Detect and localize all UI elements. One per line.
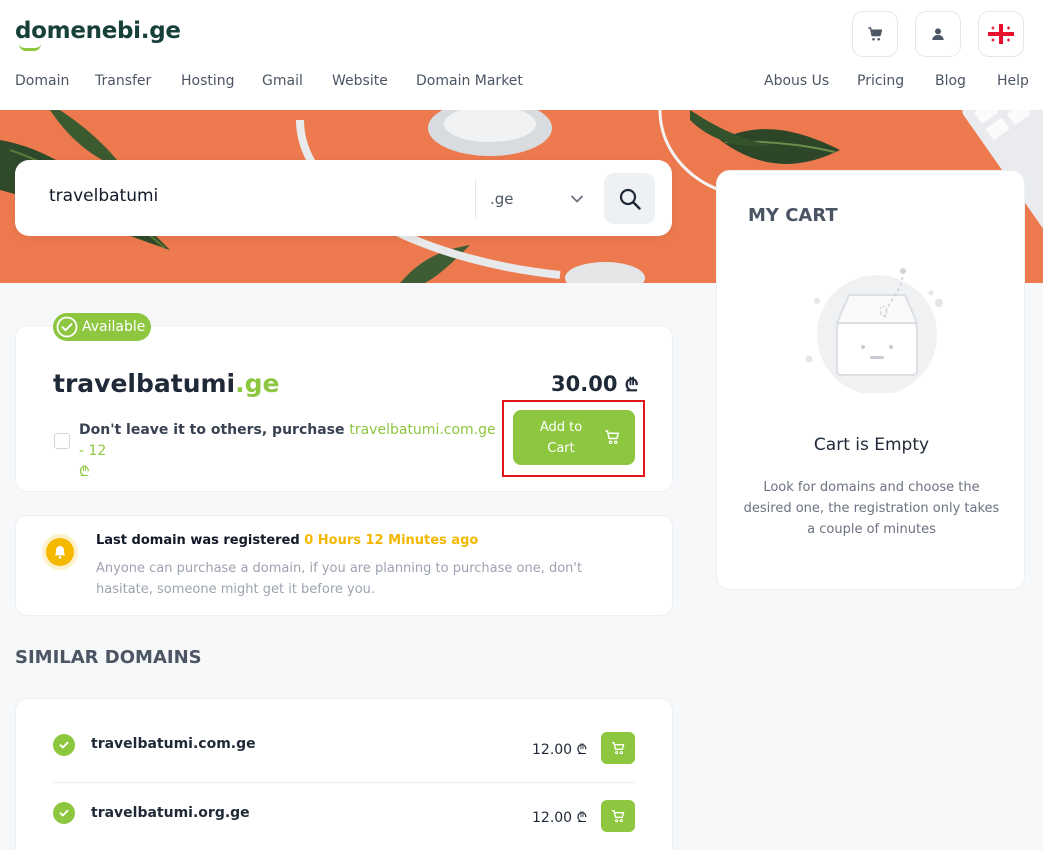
similar-domain-price: 12.00 ₾	[532, 808, 587, 827]
notice-headline: Last domain was registered 0 Hours 12 Mi…	[96, 533, 478, 548]
similar-domain-name: travelbatumi.org.ge	[91, 805, 250, 821]
available-check-icon	[53, 734, 75, 756]
available-check-icon	[53, 802, 75, 824]
similar-price-value: 12.00	[532, 810, 573, 826]
similar-currency: ₾	[576, 742, 588, 758]
site-header: domenebi.ge Domain Transfer Hosting Gmai…	[0, 0, 1043, 110]
search-button[interactable]	[604, 173, 655, 224]
notice-text: Anyone can purchase a domain, if you are…	[96, 561, 583, 597]
highlight-box	[502, 400, 645, 477]
bell-icon	[54, 546, 66, 559]
list-divider	[53, 782, 635, 783]
nav-domain[interactable]: Domain	[15, 73, 69, 89]
similar-currency: ₾	[576, 810, 588, 826]
availability-badge: Available	[53, 313, 151, 341]
chevron-down-icon	[571, 195, 583, 203]
user-icon	[932, 28, 944, 40]
cart-icon	[868, 27, 883, 41]
cart-empty-text: Look for domains and choose the desired …	[743, 480, 1000, 537]
similar-domain-price: 12.00 ₾	[532, 740, 587, 759]
domain-tld: .ge	[235, 369, 280, 398]
similar-domain-name: travelbatumi.com.ge	[91, 736, 256, 752]
my-cart-panel: MY CART Cart is Empty Look for domains a…	[716, 170, 1025, 590]
nav-website[interactable]: Website	[332, 73, 388, 89]
nav-pricing[interactable]: Pricing	[857, 73, 904, 89]
nav-about-us[interactable]: Abous Us	[764, 73, 829, 89]
search-icon	[619, 188, 641, 210]
logo-smile-mark	[19, 44, 41, 51]
upsell-text: Don't leave it to others, purchase trave…	[79, 420, 503, 483]
domain-search-input[interactable]	[49, 186, 469, 206]
domain-price-value: 30.00	[551, 372, 618, 396]
tld-select[interactable]: .ge	[475, 180, 595, 218]
currency-symbol: ₾	[624, 375, 639, 396]
empty-box-illustration	[805, 268, 943, 393]
my-cart-title: MY CART	[748, 205, 838, 226]
nav-blog[interactable]: Blog	[935, 73, 966, 89]
georgia-flag-icon	[988, 24, 1014, 44]
domain-search-box: .ge	[15, 160, 672, 236]
cart-icon	[612, 742, 625, 755]
header-language-button[interactable]	[978, 11, 1024, 57]
header-cart-button[interactable]	[852, 11, 898, 57]
availability-status: Available	[82, 319, 146, 335]
notice-time: 0 Hours 12 Minutes ago	[304, 533, 479, 548]
site-logo[interactable]: domenebi.ge	[15, 18, 181, 44]
similar-domains-list	[15, 698, 673, 850]
nav-help[interactable]: Help	[997, 73, 1029, 89]
nav-domain-market[interactable]: Domain Market	[416, 73, 523, 89]
bell-icon-bg	[46, 538, 74, 566]
notice-title: Last domain was registered	[96, 533, 300, 548]
similar-domains-heading: SIMILAR DOMAINS	[15, 647, 202, 668]
upsell-checkbox[interactable]	[54, 433, 70, 449]
domain-price: 30.00 ₾	[551, 372, 639, 397]
header-account-button[interactable]	[915, 11, 961, 57]
domain-title: travelbatumi.ge	[53, 369, 279, 398]
check-circle-icon	[56, 316, 78, 338]
nav-gmail[interactable]: Gmail	[262, 73, 303, 89]
upsell-currency: ₾	[79, 464, 90, 480]
similar-price-value: 12.00	[532, 742, 573, 758]
similar-add-to-cart-button[interactable]	[601, 732, 635, 764]
cart-icon	[612, 810, 625, 823]
cart-empty-title: Cart is Empty	[813, 435, 930, 455]
upsell-prefix: Don't leave it to others, purchase	[79, 422, 345, 438]
bell-icon-wrap	[42, 534, 78, 570]
similar-add-to-cart-button[interactable]	[601, 800, 635, 832]
domain-name: travelbatumi	[53, 369, 236, 398]
nav-transfer[interactable]: Transfer	[95, 73, 151, 89]
nav-hosting[interactable]: Hosting	[181, 73, 235, 89]
tld-select-value: .ge	[490, 190, 514, 208]
